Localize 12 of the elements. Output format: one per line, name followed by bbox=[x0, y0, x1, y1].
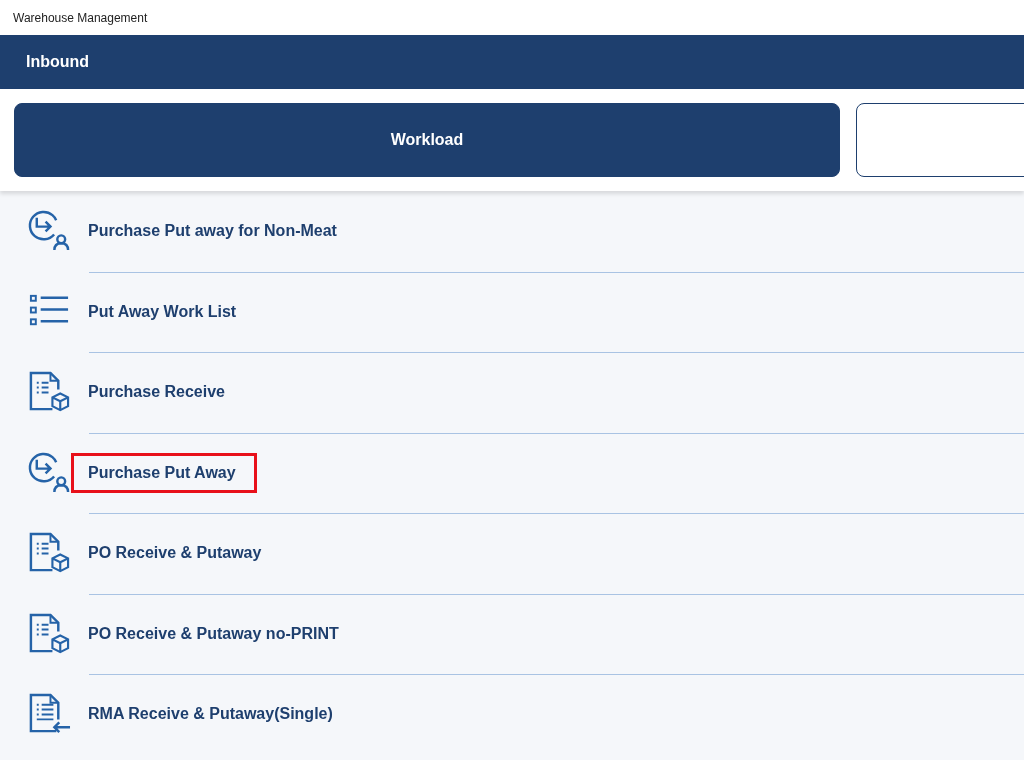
menu-item[interactable]: Purchase Put Away bbox=[71, 452, 257, 493]
putaway-person-icon bbox=[27, 450, 71, 495]
menu-item[interactable]: Purchase Receive bbox=[71, 372, 246, 413]
menu-item[interactable]: Put Away Work List bbox=[71, 291, 258, 332]
window-title: Warehouse Management bbox=[13, 10, 148, 25]
menu-item[interactable]: RMA Receive & Putaway(Single) bbox=[71, 694, 354, 735]
document-box-icon bbox=[27, 611, 71, 656]
tab[interactable]: Workload bbox=[14, 103, 840, 177]
menu-item[interactable]: Purchase Put away for Non-Meat bbox=[71, 211, 358, 252]
menu-item[interactable]: PO Receive & Putaway bbox=[71, 533, 283, 574]
menu-item[interactable]: PO Receive & Putaway no-PRINT bbox=[71, 613, 360, 654]
page-title: Inbound bbox=[26, 53, 90, 71]
